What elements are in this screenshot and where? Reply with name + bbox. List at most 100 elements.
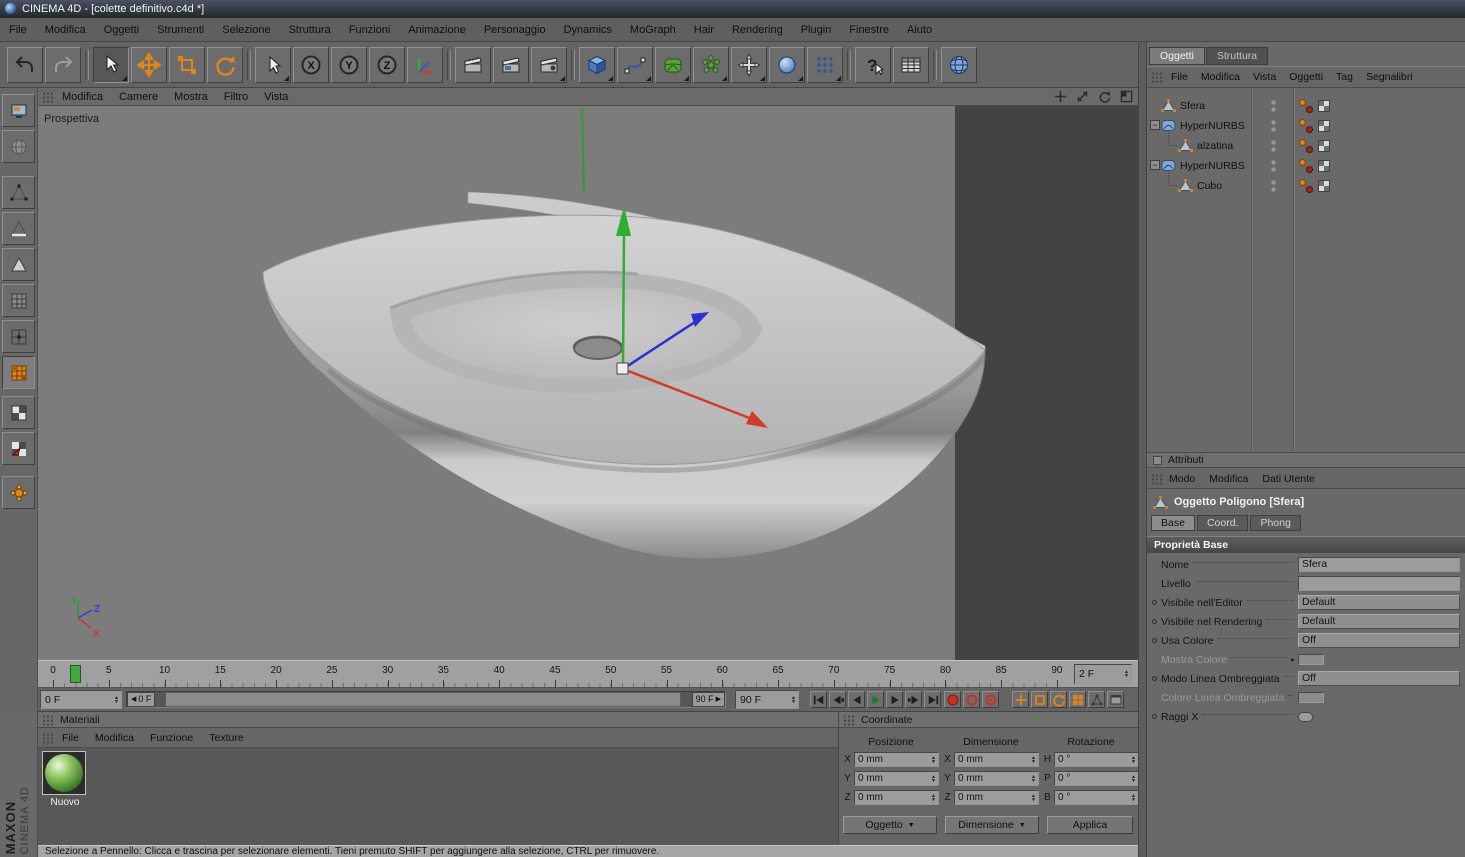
anim-dot[interactable] (1152, 600, 1157, 605)
y-axis-lock-button[interactable]: Y (331, 46, 367, 83)
coord-field[interactable]: 0 mm ▲ ▼ (854, 752, 939, 767)
coord-field[interactable]: 0 ° ▲ ▼ (1054, 771, 1139, 786)
points-mode-button[interactable] (2, 176, 35, 209)
range-end-field[interactable]: 90 F ▲ ▼ (735, 690, 799, 709)
enable-dot-2[interactable] (1306, 146, 1313, 153)
menu-item-selezione[interactable]: Selezione (222, 24, 270, 36)
texture-tag-icon[interactable] (1318, 100, 1330, 112)
render-visibility-dot[interactable] (1271, 147, 1276, 152)
pan-view-icon[interactable] (1053, 89, 1068, 104)
coord-field[interactable]: 0 mm ▲ ▼ (854, 790, 939, 805)
expand-arrow-icon[interactable]: ▸ (1291, 655, 1295, 664)
collapse-icon[interactable]: − (1150, 160, 1160, 170)
record-clip-toggle[interactable] (1107, 691, 1124, 708)
editor-visibility-dot[interactable] (1271, 100, 1276, 105)
viewport[interactable]: Y Z X Prospettiva (38, 106, 1138, 660)
coord-field[interactable]: 0 mm ▲ ▼ (954, 771, 1039, 786)
collapse-icon[interactable]: − (1150, 120, 1160, 130)
panel-grip[interactable] (843, 714, 856, 725)
record-scale-toggle[interactable] (1031, 691, 1048, 708)
spinner-icon[interactable]: ▲ ▼ (1129, 793, 1138, 802)
enable-dot-2[interactable] (1306, 106, 1313, 113)
spinner-icon[interactable]: ▲ ▼ (1029, 755, 1038, 764)
visibile-nel-rendering-dropdown[interactable]: Default (1298, 614, 1460, 629)
add-metaball-button[interactable] (769, 46, 805, 83)
menu-item-struttura[interactable]: Struttura (289, 24, 331, 36)
menu-item-dati-utente[interactable]: Dati Utente (1262, 473, 1315, 485)
attributes-section-header[interactable]: Proprietà Base (1147, 536, 1465, 553)
range-track[interactable] (165, 692, 681, 707)
attributes-header[interactable]: Attributi (1147, 452, 1465, 468)
editor-visibility-dot[interactable] (1271, 180, 1276, 185)
render-visibility-dot[interactable] (1271, 187, 1276, 192)
menu-item-file[interactable]: File (1171, 71, 1188, 83)
spinner-icon[interactable]: ▲ ▼ (1129, 755, 1138, 764)
add-particles-button[interactable] (807, 46, 843, 83)
coord-field[interactable]: 0 ° ▲ ▼ (1054, 790, 1139, 805)
add-spline-button[interactable] (617, 46, 653, 83)
menu-item-modo[interactable]: Modo (1169, 473, 1195, 485)
mode2-dropdown[interactable]: Dimensione ▼ (945, 816, 1039, 834)
materials-header[interactable]: Materiali (38, 712, 838, 728)
tab-oggetti[interactable]: Oggetti (1149, 47, 1205, 65)
uv-texture-button[interactable] (2, 396, 35, 429)
modo-linea-ombreggiata-dropdown[interactable]: Off (1298, 671, 1460, 686)
axis-tool-button[interactable] (731, 46, 767, 83)
panel-grip[interactable] (1151, 71, 1164, 83)
anim-dot[interactable] (1152, 638, 1157, 643)
object-axis-mode-button[interactable] (2, 320, 35, 353)
editor-visibility-dot[interactable] (1271, 160, 1276, 165)
material-thumbnail-nuovo[interactable]: Nuovo (42, 751, 88, 808)
attr-tab-coord[interactable]: Coord. (1196, 515, 1249, 531)
raggi-x-checkbox[interactable] (1298, 711, 1313, 722)
coord-field[interactable]: 0 mm ▲ ▼ (954, 752, 1039, 767)
menu-item-funzioni[interactable]: Funzioni (349, 24, 391, 36)
goto-end-button[interactable] (924, 691, 941, 708)
menu-item-finestre[interactable]: Finestre (849, 24, 889, 36)
menu-item-dynamics[interactable]: Dynamics (564, 24, 612, 36)
texture-tag-icon[interactable] (1318, 120, 1330, 132)
viewport-layout-button[interactable] (2, 94, 35, 127)
usa-colore-dropdown[interactable]: Off (1298, 633, 1460, 648)
spinner-icon[interactable]: ▲ ▼ (929, 774, 938, 783)
prev-key-button[interactable] (829, 691, 846, 708)
record-parameter-toggle[interactable] (1069, 691, 1086, 708)
render-visibility-dot[interactable] (1271, 127, 1276, 132)
x-axis-lock-button[interactable]: X (293, 46, 329, 83)
preview-range-slider[interactable]: ◀ 0 F 90 F ▶ (126, 691, 726, 708)
render-visibility-dot[interactable] (1271, 167, 1276, 172)
rotate-view-icon[interactable] (1097, 89, 1112, 104)
add-hypernurbs-button[interactable] (655, 46, 691, 83)
mostra-colore-swatch[interactable] (1298, 654, 1324, 665)
panel-grip[interactable] (1151, 473, 1164, 484)
render-view-button[interactable] (455, 46, 491, 83)
anim-dot[interactable] (1152, 714, 1157, 719)
enable-dot[interactable] (1299, 159, 1306, 166)
gizmo-y-axis[interactable] (621, 231, 626, 370)
redo-button[interactable] (45, 46, 81, 83)
object-row-hypernurbs[interactable]: − HyperNURBS (1147, 156, 1465, 176)
menu-item-personaggio[interactable]: Personaggio (484, 24, 546, 36)
menu-item-segnalibri[interactable]: Segnalibri (1366, 71, 1413, 83)
range-end-handle[interactable]: 90 F ▶ (691, 692, 725, 707)
render-settings-button[interactable] (531, 46, 567, 83)
coord-field[interactable]: 0 mm ▲ ▼ (954, 790, 1039, 805)
attr-tab-base[interactable]: Base (1151, 515, 1195, 531)
object-row-hypernurbs[interactable]: − HyperNURBS (1147, 116, 1465, 136)
enable-dot-2[interactable] (1306, 166, 1313, 173)
menu-item-file[interactable]: File (62, 732, 79, 744)
object-row-alzatina[interactable]: alzatina (1147, 133, 1465, 156)
anim-dot[interactable] (1152, 676, 1157, 681)
menu-item-mostra[interactable]: Mostra (174, 91, 208, 103)
menu-item-hair[interactable]: Hair (694, 24, 714, 36)
menu-item-file[interactable]: File (9, 24, 27, 36)
apply-button[interactable]: Applica (1047, 816, 1133, 834)
texture-mode-button[interactable] (2, 356, 35, 389)
scale-tool-button[interactable] (169, 46, 205, 83)
polygons-mode-button[interactable] (2, 248, 35, 281)
menu-item-oggetti[interactable]: Oggetti (1289, 71, 1323, 83)
spinner-icon[interactable]: ▲ ▼ (789, 695, 798, 704)
visibile-nell-editor-dropdown[interactable]: Default (1298, 595, 1460, 610)
title-bar[interactable]: CINEMA 4D - [colette definitivo.c4d *] (0, 0, 1465, 18)
model-mode-button[interactable] (2, 284, 35, 317)
